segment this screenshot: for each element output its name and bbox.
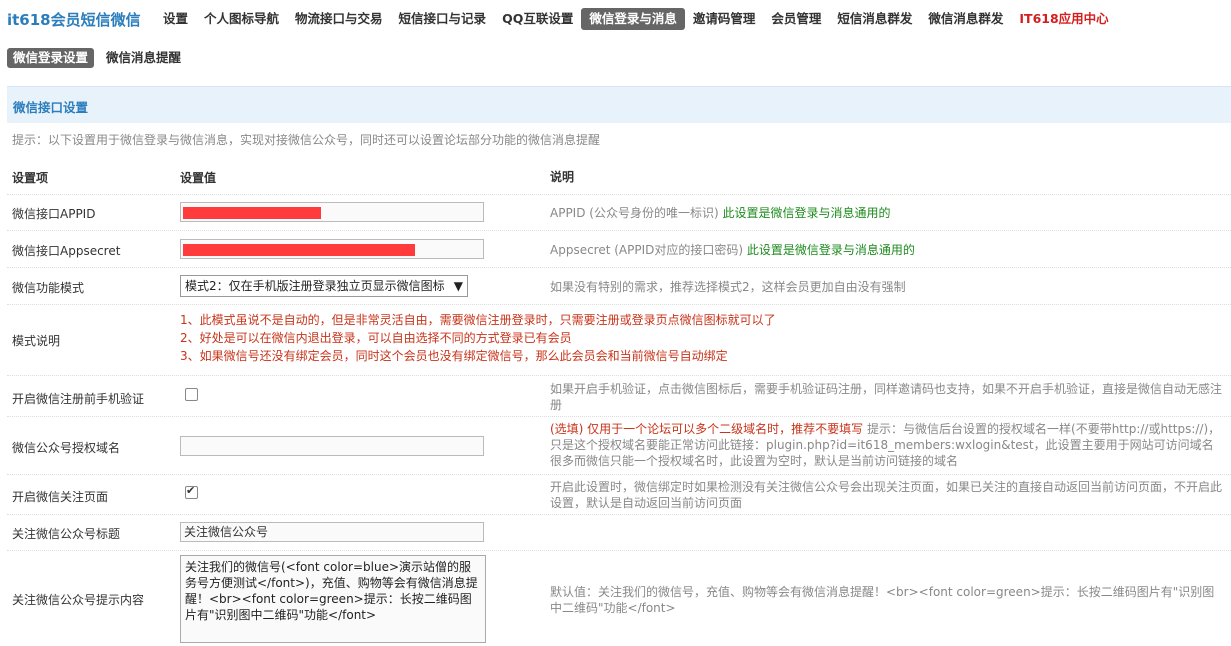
appid-label: 微信接口APPID: [12, 207, 96, 221]
table-row-domain: 微信公众号授权域名 (选填) 仅用于一个论坛可以多个二级域名时，推荐不要填写 提…: [7, 417, 1231, 475]
nav-icon-navigation[interactable]: 个人图标导航: [196, 8, 287, 30]
nav-wechat-login[interactable]: 微信登录与消息: [581, 8, 685, 30]
nav-app-center[interactable]: IT618应用中心: [1011, 8, 1116, 30]
nav-wechat-broadcast[interactable]: 微信消息群发: [920, 8, 1011, 30]
nav-invite-code[interactable]: 邀请码管理: [685, 8, 764, 30]
nav-logistics[interactable]: 物流接口与交易: [287, 8, 391, 30]
appsecret-input[interactable]: [180, 239, 484, 259]
mode-note-line-3: 3、如果微信号还没有绑定会员，同时这个会员也没有绑定微信号，那么此会员会和当前微…: [180, 349, 728, 363]
mode-note-line-2: 2、好处是可以在微信内退出登录，可以自由选择不同的方式登录已有会员: [180, 331, 572, 345]
subnav-wechat-login-settings[interactable]: 微信登录设置: [7, 48, 95, 68]
table-row-mode-note: 模式说明 1、此模式虽说不是自动的，但是非常灵活自由，需要微信注册登录时，只需要…: [7, 305, 1231, 376]
nav-settings[interactable]: 设置: [155, 8, 196, 30]
section-title: 微信接口设置: [13, 100, 89, 115]
phone-verify-checkbox[interactable]: [185, 388, 198, 401]
follow-content-label: 关注微信公众号提示内容: [12, 593, 145, 607]
appid-note: 此设置是微信登录与消息通用的: [722, 206, 891, 220]
table-header: 设置项 设置值 说明: [7, 158, 1231, 195]
sub-nav: 微信登录设置 微信消息提醒: [7, 48, 187, 68]
main-nav: 设置 个人图标导航 物流接口与交易 短信接口与记录 QQ互联设置 微信登录与消息…: [155, 8, 1117, 30]
mode-selected-value: 模式2：仅在手机版注册登录独立页显示微信图标: [185, 279, 445, 293]
nav-member-management[interactable]: 会员管理: [763, 8, 829, 30]
appid-input[interactable]: [180, 202, 484, 222]
follow-content-description: 默认值：关注我们的微信号，充值、购物等会有微信消息提醒！<br><font co…: [550, 585, 1215, 615]
nav-sms-broadcast[interactable]: 短信消息群发: [829, 8, 920, 30]
tip-text: 提示：以下设置用于微信登录与微信消息，实现对接微信公众号，同时还可以设置论坛部分…: [12, 133, 601, 147]
follow-content-textarea[interactable]: 关注我们的微信号(<font color=blue>演示站僧的服务号方便测试</…: [180, 555, 486, 643]
table-row-follow-title: 关注微信公众号标题 关注微信公众号: [7, 515, 1231, 551]
nav-qq-connect[interactable]: QQ互联设置: [494, 8, 581, 30]
domain-label: 微信公众号授权域名: [12, 441, 121, 455]
subnav-wechat-message-reminder[interactable]: 微信消息提醒: [100, 48, 187, 68]
table-row-follow-page: 开启微信关注页面 开启此设置时，微信绑定时如果检测没有关注微信公众号会出现关注页…: [7, 475, 1231, 515]
settings-table: 设置项 设置值 说明 微信接口APPID APPID (公众号身份的唯一标识) …: [7, 158, 1231, 646]
table-row-phone-verify: 开启微信注册前手机验证 如果开启手机验证，点击微信图标后，需要手机验证码注册，同…: [7, 376, 1231, 417]
table-row-mode: 微信功能模式 模式2：仅在手机版注册登录独立页显示微信图标 ▼ 如果没有特别的需…: [7, 268, 1231, 305]
table-row-appsecret: 微信接口Appsecret Appsecret (APPID对应的接口密码) 此…: [7, 231, 1231, 268]
mode-note-line-1: 1、此模式虽说不是自动的，但是非常灵活自由，需要微信注册登录时，只需要注册或登录…: [180, 313, 776, 327]
dropdown-arrow-icon: ▼: [453, 279, 463, 293]
follow-page-label: 开启微信关注页面: [12, 490, 109, 504]
table-row-appid: 微信接口APPID APPID (公众号身份的唯一标识) 此设置是微信登录与消息…: [7, 195, 1231, 231]
mode-label: 微信功能模式: [12, 281, 85, 295]
appsecret-description: Appsecret (APPID对应的接口密码): [550, 243, 744, 257]
appsecret-note: 此设置是微信登录与消息通用的: [746, 243, 915, 257]
header-description: 说明: [550, 170, 575, 184]
follow-page-description: 开启此设置时，微信绑定时如果检测没有关注微信公众号会出现关注页面，如果已关注的直…: [550, 480, 1223, 510]
header-setting-item: 设置项: [12, 171, 49, 185]
domain-input[interactable]: [180, 436, 484, 456]
follow-title-label: 关注微信公众号标题: [12, 527, 121, 541]
redacted-value: [183, 207, 321, 219]
mode-select[interactable]: 模式2：仅在手机版注册登录独立页显示微信图标 ▼: [180, 275, 468, 297]
nav-sms-interface[interactable]: 短信接口与记录: [391, 8, 495, 30]
section-header: 微信接口设置: [7, 86, 1231, 123]
follow-page-checkbox[interactable]: [185, 484, 198, 499]
appid-description: APPID (公众号身份的唯一标识): [550, 206, 719, 220]
table-row-follow-content: 关注微信公众号提示内容 关注我们的微信号(<font color=blue>演示…: [7, 551, 1231, 646]
phone-verify-label: 开启微信注册前手机验证: [12, 392, 145, 406]
redacted-value: [183, 244, 415, 256]
top-bar: it618会员短信微信 设置 个人图标导航 物流接口与交易 短信接口与记录 QQ…: [0, 0, 1231, 38]
mode-description: 如果没有特别的需求，推荐选择模式2，这样会员更加自由没有强制: [550, 280, 906, 294]
mode-note-label: 模式说明: [12, 334, 61, 348]
appsecret-label: 微信接口Appsecret: [12, 244, 121, 258]
app-title: it618会员短信微信: [7, 11, 141, 29]
domain-optional-note: (选填) 仅用于一个论坛可以多个二级域名时，推荐不要填写: [550, 422, 864, 436]
phone-verify-description: 如果开启手机验证，点击微信图标后，需要手机验证码注册，同样邀请码也支持，如果不开…: [550, 382, 1223, 412]
follow-title-input[interactable]: 关注微信公众号: [180, 522, 484, 542]
header-setting-value: 设置值: [180, 171, 217, 185]
